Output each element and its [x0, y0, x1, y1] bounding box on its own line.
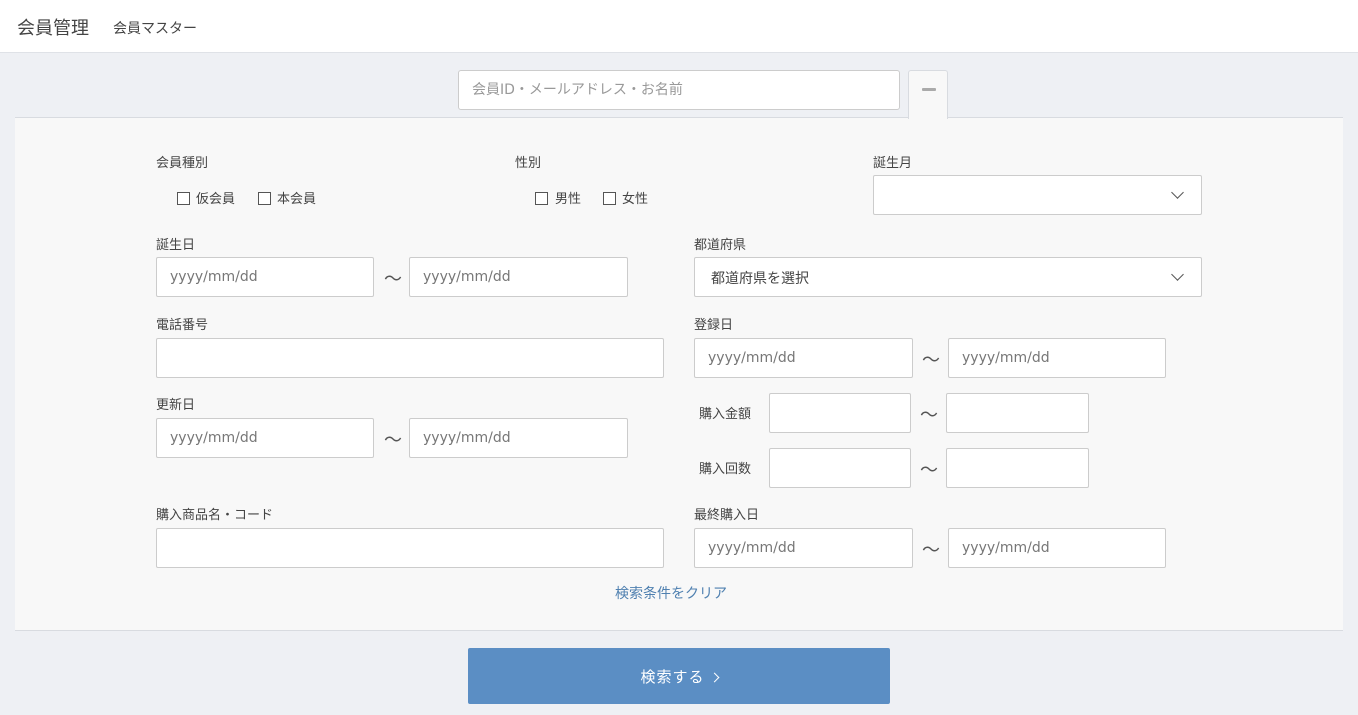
search-button[interactable]: 検索する	[468, 648, 890, 704]
checkbox-male[interactable]	[535, 192, 548, 205]
prefecture-select[interactable]: 都道府県を選択	[694, 257, 1202, 297]
range-separator: 〜	[922, 540, 940, 561]
prefecture-value: 都道府県を選択	[711, 271, 809, 287]
checkbox-female-label: 女性	[622, 192, 649, 207]
gender-label: 性別	[515, 156, 542, 171]
purchase-count-to-input[interactable]	[946, 448, 1089, 488]
phone-label: 電話番号	[156, 318, 209, 333]
updated-date-label: 更新日	[156, 398, 196, 413]
checkbox-full-member-label: 本会員	[277, 192, 317, 207]
birthday-label: 誕生日	[156, 238, 196, 253]
page-subtitle: 会員マスター	[113, 21, 197, 37]
checkbox-provisional-member[interactable]	[177, 192, 190, 205]
birthday-from-input[interactable]	[156, 257, 374, 297]
collapse-toggle-button[interactable]	[908, 70, 948, 119]
clear-conditions-link[interactable]: 検索条件をクリア	[615, 583, 727, 603]
range-separator: 〜	[384, 269, 402, 290]
chevron-right-icon	[709, 672, 719, 683]
checkbox-male-label: 男性	[555, 192, 582, 207]
registered-date-label: 登録日	[694, 318, 734, 333]
purchase-amount-label: 購入金額	[699, 407, 752, 422]
minus-icon	[922, 88, 936, 91]
advanced-search-panel: 会員種別 仮会員 本会員 性別 男性 女性 誕生月 誕生日 〜 都道府県 都道府…	[15, 117, 1343, 631]
checkbox-full-member[interactable]	[258, 192, 271, 205]
checkbox-provisional-member-label: 仮会員	[196, 192, 236, 207]
phone-input[interactable]	[156, 338, 664, 378]
purchase-count-label: 購入回数	[699, 462, 752, 477]
purchase-amount-to-input[interactable]	[946, 393, 1089, 433]
birth-month-select[interactable]	[873, 175, 1202, 215]
updated-from-input[interactable]	[156, 418, 374, 458]
range-separator: 〜	[384, 430, 402, 451]
search-button-label: 検索する	[640, 668, 705, 686]
product-input[interactable]	[156, 528, 664, 568]
checkbox-female[interactable]	[603, 192, 616, 205]
registered-from-input[interactable]	[694, 338, 913, 378]
page-title: 会員管理	[17, 18, 89, 39]
product-label: 購入商品名・コード	[156, 508, 274, 523]
last-purchase-to-input[interactable]	[948, 528, 1166, 568]
birth-month-label: 誕生月	[873, 156, 913, 171]
updated-to-input[interactable]	[409, 418, 628, 458]
chevron-down-icon	[1171, 186, 1184, 199]
range-separator: 〜	[920, 460, 938, 481]
registered-to-input[interactable]	[948, 338, 1166, 378]
purchase-count-from-input[interactable]	[769, 448, 911, 488]
last-purchase-label: 最終購入日	[694, 508, 760, 523]
range-separator: 〜	[922, 350, 940, 371]
keyword-search-input[interactable]	[458, 70, 900, 110]
purchase-amount-from-input[interactable]	[769, 393, 911, 433]
range-separator: 〜	[920, 405, 938, 426]
member-type-label: 会員種別	[156, 156, 209, 171]
page-header: 会員管理 会員マスター	[0, 0, 1358, 53]
chevron-down-icon	[1171, 268, 1184, 281]
birthday-to-input[interactable]	[409, 257, 628, 297]
last-purchase-from-input[interactable]	[694, 528, 913, 568]
prefecture-label: 都道府県	[694, 238, 747, 253]
